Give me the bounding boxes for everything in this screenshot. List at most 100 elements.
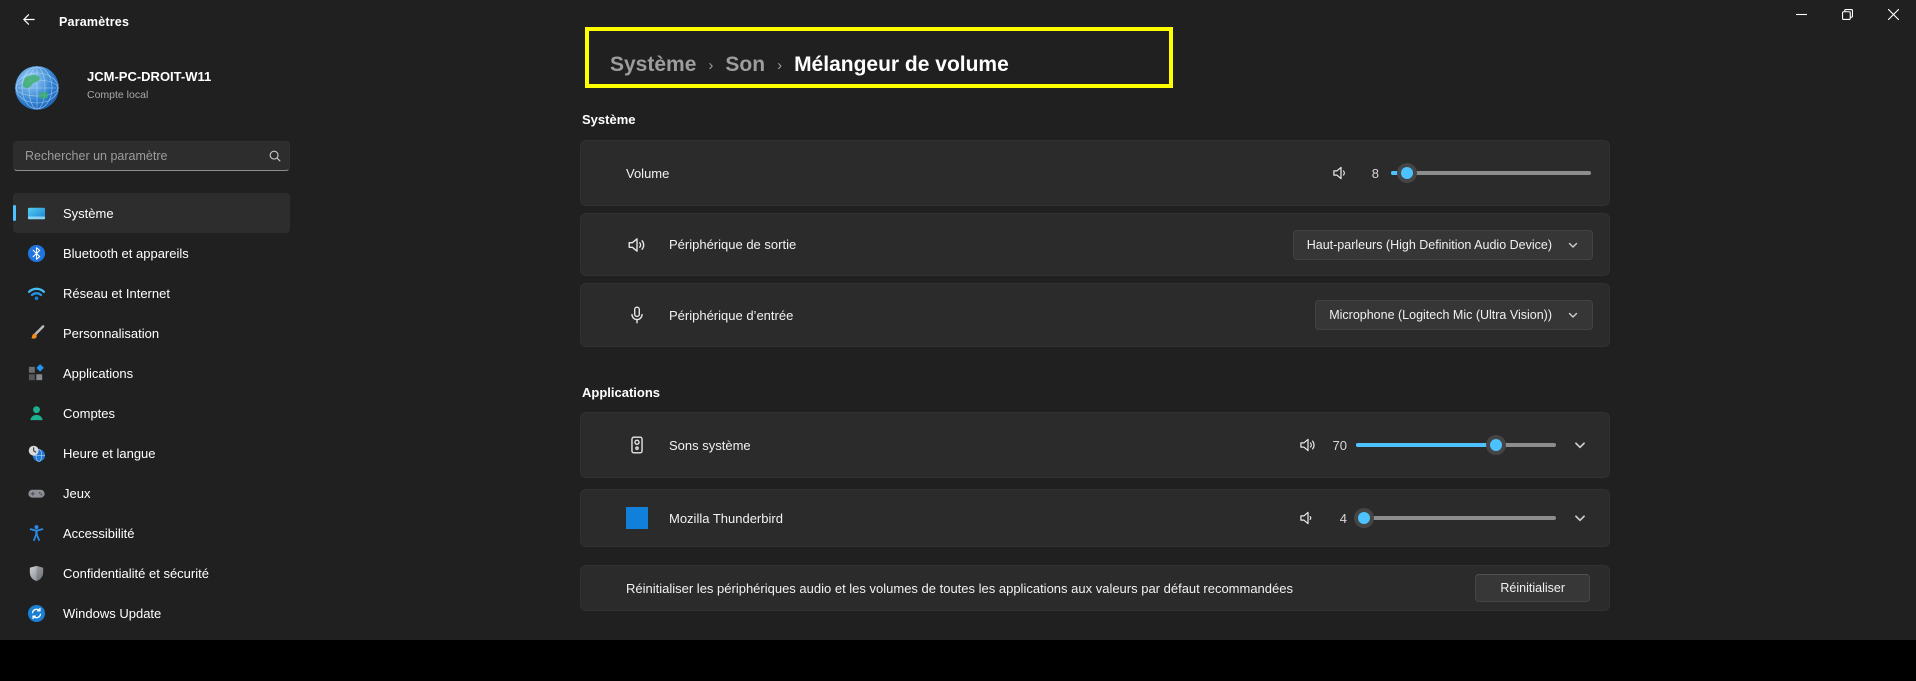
personalization-icon bbox=[27, 324, 46, 343]
window-controls bbox=[1778, 0, 1916, 31]
thunderbird-label: Mozilla Thunderbird bbox=[669, 510, 783, 526]
sidebar-item-systeme[interactable]: Système bbox=[13, 193, 290, 233]
gaming-icon bbox=[27, 484, 46, 503]
close-icon bbox=[1887, 7, 1899, 25]
privacy-icon bbox=[27, 564, 46, 583]
thunderbird-expander[interactable] bbox=[1565, 511, 1595, 525]
speaker-quiet-icon[interactable] bbox=[1298, 508, 1318, 528]
windows-update-icon bbox=[27, 604, 46, 623]
sidebar-item-label: Jeux bbox=[63, 485, 91, 501]
apps-icon bbox=[27, 363, 46, 383]
output-device-label: Périphérique de sortie bbox=[669, 237, 797, 252]
sidebar-item-confidentialite[interactable]: Confidentialité et sécurité bbox=[13, 553, 290, 593]
output-device-dropdown[interactable]: Haut-parleurs (High Definition Audio Dev… bbox=[1292, 229, 1593, 260]
slider-thumb[interactable] bbox=[1397, 163, 1417, 183]
output-device-card: Périphérique de sortie Haut-parleurs (Hi… bbox=[580, 213, 1610, 276]
device-name: JCM-PC-DROIT-W11 bbox=[87, 69, 212, 84]
input-device-card: Périphérique d’entrée Microphone (Logite… bbox=[580, 283, 1610, 347]
minimize-icon bbox=[1795, 7, 1807, 25]
reset-card: Réinitialiser les périphériques audio et… bbox=[580, 565, 1610, 611]
globe-avatar-icon bbox=[15, 66, 59, 110]
search-icon bbox=[261, 149, 289, 163]
sidebar-item-label: Système bbox=[63, 205, 114, 221]
sidebar-item-label: Accessibilité bbox=[63, 525, 135, 541]
time-language-icon bbox=[27, 444, 46, 463]
slider-track bbox=[1391, 171, 1591, 175]
volume-value: 8 bbox=[1371, 165, 1379, 181]
sidebar-item-comptes[interactable]: Comptes bbox=[13, 393, 290, 433]
slider-thumb[interactable] bbox=[1354, 508, 1374, 528]
sidebar-item-label: Bluetooth et appareils bbox=[63, 245, 189, 261]
sidebar-item-label: Heure et langue bbox=[63, 445, 156, 461]
account-type: Compte local bbox=[87, 89, 149, 101]
volume-card: Volume 8 bbox=[580, 140, 1610, 206]
minimize-button[interactable] bbox=[1778, 0, 1824, 31]
slider-thumb[interactable] bbox=[1486, 435, 1506, 455]
system-sounds-slider[interactable] bbox=[1356, 434, 1556, 456]
system-sounds-expander[interactable] bbox=[1565, 438, 1595, 452]
chevron-down-icon bbox=[1567, 239, 1579, 251]
sidebar-item-reseau[interactable]: Réseau et Internet bbox=[13, 273, 290, 313]
sidebar-item-label: Windows Update bbox=[63, 605, 162, 621]
section-title-applications: Applications bbox=[582, 385, 661, 400]
network-icon bbox=[27, 284, 46, 303]
section-title-systeme: Système bbox=[582, 112, 636, 127]
breadcrumb-systeme[interactable]: Système bbox=[610, 53, 696, 77]
volume-label: Volume bbox=[626, 165, 670, 181]
back-button[interactable] bbox=[10, 8, 46, 36]
sidebar-item-label: Confidentialité et sécurité bbox=[63, 565, 209, 581]
breadcrumb-separator: › bbox=[777, 57, 783, 74]
breadcrumb-son[interactable]: Son bbox=[725, 53, 765, 77]
system-sounds-value: 70 bbox=[1332, 437, 1347, 453]
accessibility-icon bbox=[27, 524, 46, 543]
sidebar-item-label: Personnalisation bbox=[63, 325, 160, 341]
chevron-down-icon bbox=[1567, 309, 1579, 321]
speaker-loud-icon bbox=[626, 234, 650, 256]
sidebar-item-jeux[interactable]: Jeux bbox=[13, 473, 290, 513]
accounts-icon bbox=[27, 404, 46, 423]
reset-description: Réinitialiser les périphériques audio et… bbox=[626, 580, 1293, 596]
reset-button[interactable]: Réinitialiser bbox=[1475, 574, 1590, 602]
microphone-icon bbox=[626, 304, 650, 326]
sidebar-item-windows-update[interactable]: Windows Update bbox=[13, 593, 290, 633]
input-device-label: Périphérique d’entrée bbox=[669, 307, 794, 323]
sidebar-item-accessibilite[interactable]: Accessibilité bbox=[13, 513, 290, 553]
sidebar-item-label: Applications bbox=[63, 365, 134, 381]
sidebar-item-applications[interactable]: Applications bbox=[13, 353, 290, 393]
thunderbird-slider[interactable] bbox=[1354, 507, 1556, 529]
user-avatar[interactable] bbox=[15, 66, 59, 110]
restore-button[interactable] bbox=[1824, 0, 1870, 31]
system-sounds-card: Sons système 70 bbox=[580, 412, 1610, 478]
annotation-highlight: Système › Son › Mélangeur de volume bbox=[585, 27, 1173, 88]
sidebar-item-heure-langue[interactable]: Heure et langue bbox=[13, 433, 290, 473]
bluetooth-icon bbox=[27, 244, 46, 263]
volume-slider[interactable] bbox=[1391, 162, 1591, 184]
speaker-box-icon bbox=[626, 434, 650, 456]
search-input[interactable] bbox=[14, 149, 261, 163]
system-icon bbox=[27, 204, 46, 223]
output-device-value: Haut-parleurs (High Definition Audio Dev… bbox=[1306, 237, 1552, 252]
slider-track bbox=[1356, 516, 1556, 520]
back-arrow-icon bbox=[21, 12, 36, 32]
sidebar-item-bluetooth[interactable]: Bluetooth et appareils bbox=[13, 233, 290, 273]
speaker-loud-icon[interactable] bbox=[1298, 435, 1318, 455]
thunderbird-value: 4 bbox=[1339, 510, 1347, 526]
system-sounds-label: Sons système bbox=[669, 437, 751, 453]
sidebar-item-label: Comptes bbox=[63, 405, 116, 421]
page-title: Mélangeur de volume bbox=[794, 52, 1009, 76]
thunderbird-app-icon bbox=[626, 507, 650, 529]
breadcrumb-separator: › bbox=[708, 57, 714, 74]
taskbar-area bbox=[0, 640, 1916, 681]
sidebar-nav: Système Bluetooth et appareils Réseau et… bbox=[13, 193, 290, 633]
sidebar-item-label: Réseau et Internet bbox=[63, 285, 170, 301]
slider-fill bbox=[1356, 443, 1496, 447]
app-title: Paramètres bbox=[59, 15, 130, 29]
input-device-dropdown[interactable]: Microphone (Logitech Mic (Ultra Vision)) bbox=[1315, 300, 1593, 330]
thunderbird-card: Mozilla Thunderbird 4 bbox=[580, 489, 1610, 547]
search-box bbox=[13, 141, 290, 171]
input-device-value: Microphone (Logitech Mic (Ultra Vision)) bbox=[1329, 308, 1552, 322]
restore-icon bbox=[1841, 7, 1853, 25]
sidebar-item-personnalisation[interactable]: Personnalisation bbox=[13, 313, 290, 353]
speaker-low-icon[interactable] bbox=[1331, 163, 1351, 183]
close-button[interactable] bbox=[1870, 0, 1916, 31]
